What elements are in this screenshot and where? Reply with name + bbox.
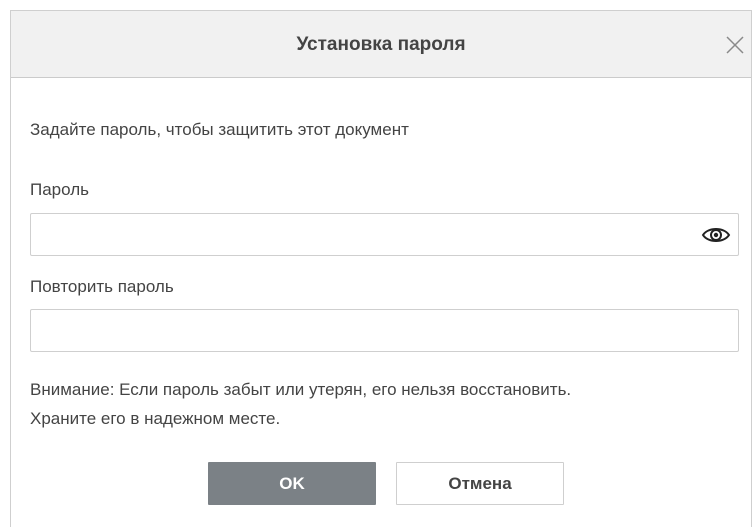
ok-button[interactable]: OK — [208, 462, 376, 505]
password-dialog: Установка пароля Задайте пароль, чтобы з… — [10, 10, 752, 527]
dialog-header: Установка пароля — [11, 11, 751, 78]
repeat-password-label: Повторить пароль — [30, 277, 174, 296]
repeat-password-input[interactable] — [30, 309, 739, 352]
password-label: Пароль — [30, 180, 89, 199]
password-input[interactable] — [30, 213, 739, 256]
warning-line-1: Внимание: Если пароль забыт или утерян, … — [30, 380, 572, 399]
close-button[interactable] — [721, 31, 749, 59]
warning-text: Внимание: Если пароль забыт или утерян, … — [30, 375, 745, 433]
show-password-button[interactable] — [700, 223, 732, 247]
warning-line-2: Храните его в надежном месте. — [30, 409, 281, 428]
eye-icon — [701, 228, 731, 242]
dialog-title: Установка пароля — [296, 34, 466, 55]
cancel-button[interactable]: Отмена — [396, 462, 564, 505]
dialog-description: Задайте пароль, чтобы защитить этот доку… — [30, 120, 409, 139]
close-icon — [726, 36, 744, 54]
